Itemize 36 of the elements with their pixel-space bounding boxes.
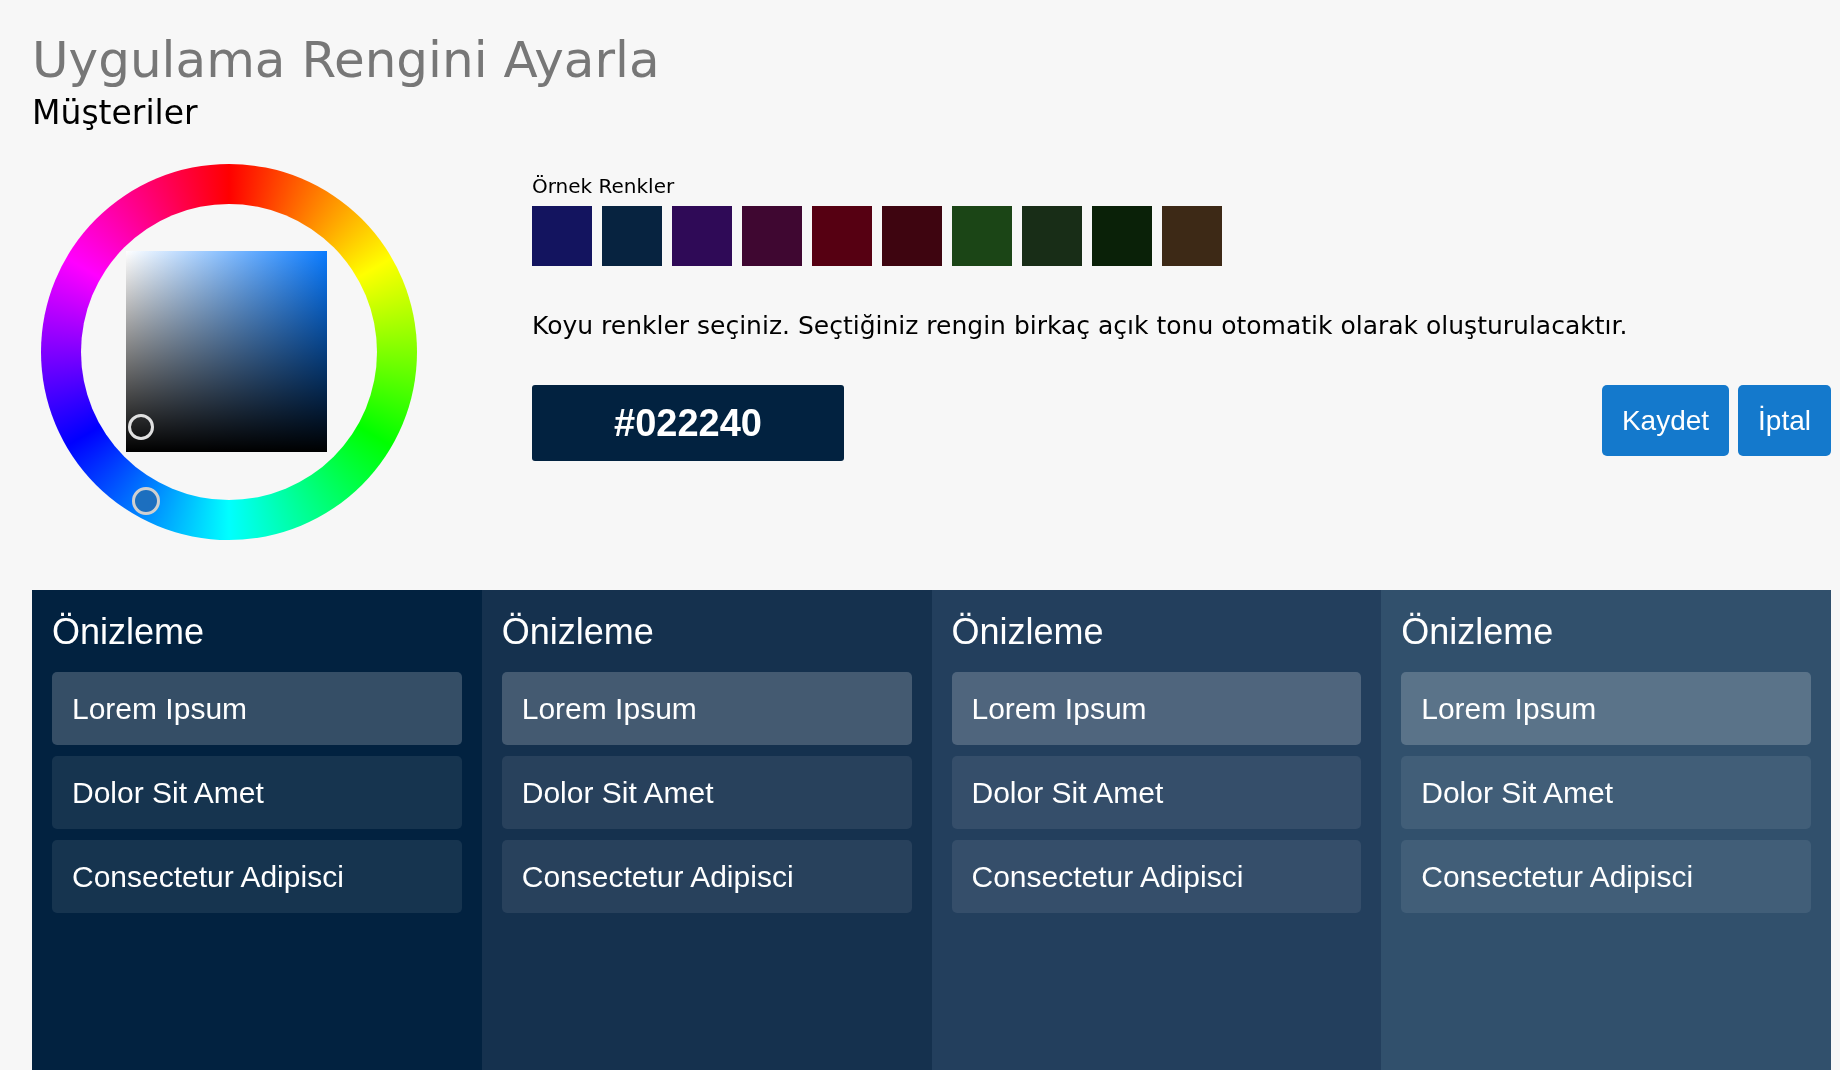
saturation-square[interactable] [126,251,327,452]
preview-heading: Önizleme [1401,610,1554,654]
picker-handle[interactable] [128,414,154,440]
sample-colors-label: Örnek Renkler [532,174,675,198]
preview-menu-item[interactable]: Consectetur Adipisci [501,840,912,913]
hue-handle[interactable] [132,487,160,515]
preview-menu-item[interactable]: Lorem Ipsum [52,672,462,745]
page-title: Uygulama Rengini Ayarla [32,32,660,88]
color-swatch[interactable] [532,206,592,266]
color-swatch[interactable] [812,206,872,266]
preview-menu-item[interactable]: Lorem Ipsum [1401,672,1811,745]
save-button[interactable]: Kaydet [1601,385,1730,456]
preview-heading: Önizleme [501,610,654,654]
preview-menu-item[interactable]: Consectetur Adipisci [52,840,462,913]
preview-menu-item[interactable]: Lorem Ipsum [951,672,1362,745]
color-swatch[interactable] [952,206,1012,266]
preview-menu-item[interactable]: Dolor Sit Amet [951,756,1362,829]
preview-menu-item[interactable]: Dolor Sit Amet [52,756,462,829]
preview-menu-item[interactable]: Consectetur Adipisci [951,840,1362,913]
color-swatch[interactable] [1022,206,1082,266]
color-swatch[interactable] [602,206,662,266]
hint-text: Koyu renkler seçiniz. Seçtiğiniz rengin birkaç açık tonu otomatik olarak oluşturulacaktır. [532,310,1628,342]
hex-value-field[interactable]: #022240 [532,385,844,461]
preview-menu-item[interactable]: Dolor Sit Amet [1401,756,1811,829]
preview-heading: Önizleme [951,610,1104,654]
preview-menu-item[interactable]: Lorem Ipsum [501,672,912,745]
preview-menu-item[interactable]: Consectetur Adipisci [1401,840,1811,913]
color-swatch[interactable] [1092,206,1152,266]
color-swatch[interactable] [672,206,732,266]
preview-menu-item[interactable]: Dolor Sit Amet [501,756,912,829]
color-swatch[interactable] [742,206,802,266]
cancel-button[interactable]: İptal [1738,385,1831,456]
color-swatch[interactable] [882,206,942,266]
preview-heading: Önizleme [52,610,205,654]
color-swatch[interactable] [1162,206,1222,266]
page-subtitle: Müşteriler [32,92,198,134]
